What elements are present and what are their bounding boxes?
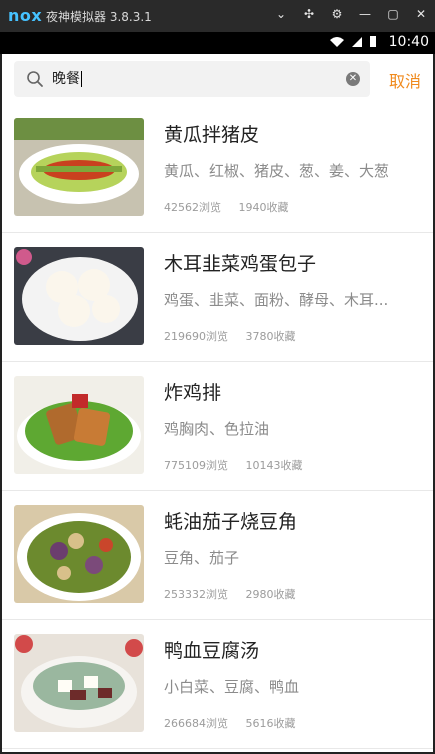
maximize-icon[interactable]: ▢	[385, 6, 401, 22]
view-count: 42562浏览	[164, 201, 221, 214]
favorite-count: 2980收藏	[245, 588, 296, 601]
favorite-count: 5616收藏	[245, 717, 296, 730]
search-header: 晚餐 ✕ 取消	[2, 54, 433, 104]
recipe-item[interactable]: 炸鸡排 鸡胸肉、色拉油 775109浏览 10143收藏	[2, 362, 433, 491]
close-icon[interactable]: ✕	[413, 6, 429, 22]
recipe-item[interactable]: 蚝油茄子烧豆角 豆角、茄子 253332浏览 2980收藏	[2, 491, 433, 620]
recipe-stats: 266684浏览 5616收藏	[164, 715, 310, 731]
recipe-image	[14, 118, 144, 216]
recipe-ingredients: 鸡胸肉、色拉油	[164, 420, 270, 438]
recipe-stats: 42562浏览 1940收藏	[164, 199, 303, 215]
cancel-button[interactable]: 取消	[389, 68, 421, 92]
recipe-ingredients: 鸡蛋、韭菜、面粉、酵母、木耳...	[164, 291, 389, 309]
status-icons	[329, 35, 377, 48]
nox-logo: nox	[8, 6, 43, 25]
recipe-stats: 253332浏览 2980收藏	[164, 586, 310, 602]
recipe-ingredients: 豆角、茄子	[164, 549, 240, 567]
emulator-title: 夜神模拟器 3.8.3.1	[46, 10, 152, 24]
signal-icon	[352, 36, 362, 47]
recipe-ingredients: 小白菜、豆腐、鸭血	[164, 678, 300, 696]
app-screen: 晚餐 ✕ 取消 黄瓜拌猪皮 黄瓜、红椒、猪皮、葱、姜、大葱 42562浏览 19…	[2, 54, 433, 752]
recipe-title: 蚝油茄子烧豆角	[164, 511, 298, 533]
wifi-icon	[330, 36, 344, 47]
gear-icon[interactable]: ⚙	[329, 6, 345, 22]
favorite-count: 10143收藏	[245, 459, 303, 472]
view-count: 266684浏览	[164, 717, 228, 730]
search-input[interactable]: 晚餐	[52, 69, 332, 89]
search-box[interactable]: 晚餐 ✕	[14, 61, 370, 97]
view-count: 775109浏览	[164, 459, 228, 472]
recipe-item[interactable]: 黄瓜拌猪皮 黄瓜、红椒、猪皮、葱、姜、大葱 42562浏览 1940收藏	[2, 104, 433, 233]
recipe-item[interactable]: 鸭血豆腐汤 小白菜、豆腐、鸭血 266684浏览 5616收藏	[2, 620, 433, 749]
android-status-bar: 10:40	[0, 32, 435, 54]
recipe-image	[14, 376, 144, 474]
favorite-count: 1940收藏	[238, 201, 289, 214]
clear-icon[interactable]: ✕	[346, 72, 360, 86]
recipe-title: 炸鸡排	[164, 382, 222, 404]
recipe-stats: 219690浏览 3780收藏	[164, 328, 310, 344]
recipe-ingredients: 黄瓜、红椒、猪皮、葱、姜、大葱	[164, 162, 390, 180]
view-count: 219690浏览	[164, 330, 228, 343]
recipe-item[interactable]: 木耳韭菜鸡蛋包子 鸡蛋、韭菜、面粉、酵母、木耳... 219690浏览 3780…	[2, 233, 433, 362]
recipe-image	[14, 247, 144, 345]
recipe-title: 黄瓜拌猪皮	[164, 124, 260, 146]
recipe-stats: 775109浏览 10143收藏	[164, 457, 317, 473]
recipe-list: 黄瓜拌猪皮 黄瓜、红椒、猪皮、葱、姜、大葱 42562浏览 1940收藏 木耳韭…	[2, 104, 433, 752]
status-time: 10:40	[388, 34, 429, 50]
emulator-titlebar: nox 夜神模拟器 3.8.3.1 ⌄ ✣ ⚙ — ▢ ✕	[0, 0, 435, 32]
battery-icon	[370, 36, 376, 47]
chevron-down-icon[interactable]: ⌄	[273, 6, 289, 22]
recipe-title: 鸭血豆腐汤	[164, 640, 260, 662]
recipe-title: 木耳韭菜鸡蛋包子	[164, 253, 317, 275]
minimize-icon[interactable]: —	[357, 6, 373, 22]
pin-icon[interactable]: ✣	[301, 6, 317, 22]
recipe-image	[14, 505, 144, 603]
text-caret	[81, 71, 82, 87]
view-count: 253332浏览	[164, 588, 228, 601]
recipe-image	[14, 634, 144, 732]
search-icon	[27, 71, 43, 87]
window-controls: ⌄ ✣ ⚙ — ▢ ✕	[273, 6, 429, 22]
favorite-count: 3780收藏	[245, 330, 296, 343]
search-query: 晚餐	[52, 71, 80, 87]
